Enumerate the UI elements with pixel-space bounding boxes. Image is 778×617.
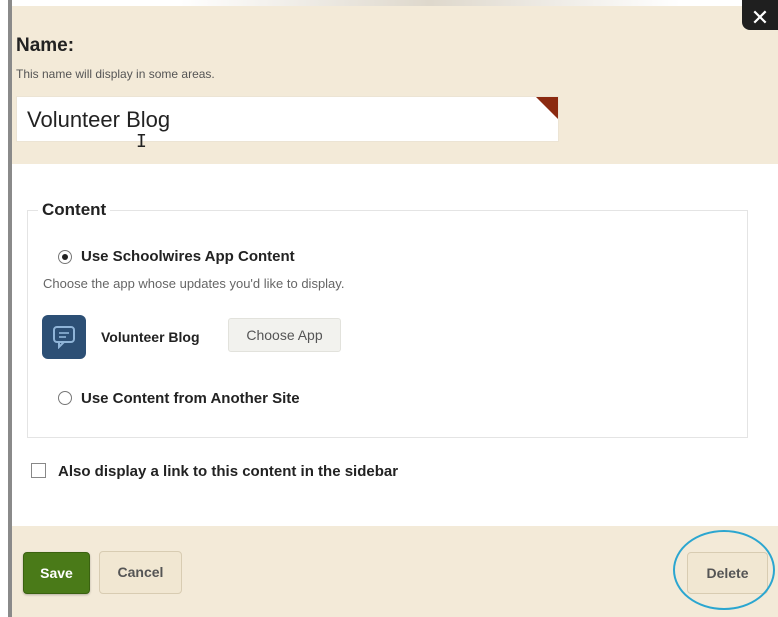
app-content-label[interactable]: Use Schoolwires App Content: [81, 248, 295, 265]
name-title: Name:: [16, 35, 75, 56]
content-legend: Content: [42, 200, 107, 219]
close-button[interactable]: ✕: [742, 0, 778, 30]
save-button[interactable]: Save: [23, 552, 90, 594]
close-icon: ✕: [750, 5, 770, 30]
other-site-label[interactable]: Use Content from Another Site: [81, 390, 300, 407]
name-input[interactable]: Volunteer Blog: [16, 96, 559, 142]
name-input-value: Volunteer Blog: [27, 107, 171, 132]
app-content-help: Choose the app whose updates you'd like …: [43, 276, 345, 291]
choose-app-button[interactable]: Choose App: [228, 318, 341, 352]
sidebar-link-label[interactable]: Also display a link to this content in t…: [58, 463, 398, 480]
text-cursor-icon: I: [136, 131, 147, 152]
delete-button[interactable]: Delete: [687, 552, 768, 594]
selected-app-name: Volunteer Blog: [101, 329, 200, 345]
chat-bubble-icon: [42, 315, 86, 359]
other-site-radio[interactable]: [58, 391, 72, 405]
sidebar-link-checkbox[interactable]: [31, 463, 46, 478]
cancel-button[interactable]: Cancel: [99, 551, 182, 594]
name-help-text: This name will display in some areas.: [16, 67, 215, 81]
app-content-radio[interactable]: [58, 250, 72, 264]
required-flag-icon: [536, 97, 558, 119]
